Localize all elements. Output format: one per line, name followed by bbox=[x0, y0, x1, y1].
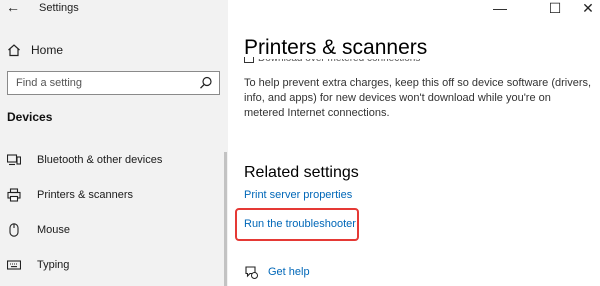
close-button[interactable]: ✕ bbox=[568, 0, 600, 18]
sidebar-item-label: Typing bbox=[37, 259, 70, 271]
sidebar-item-label: Bluetooth & other devices bbox=[37, 154, 163, 166]
sidebar-item-label: Mouse bbox=[37, 224, 71, 236]
related-settings-heading: Related settings bbox=[244, 164, 359, 181]
get-help-link[interactable]: Get help bbox=[244, 263, 310, 281]
minimize-icon: — bbox=[493, 0, 507, 16]
print-server-properties-link[interactable]: Print server properties bbox=[244, 189, 352, 201]
back-button[interactable]: ← bbox=[6, 0, 26, 18]
keyboard-icon bbox=[7, 260, 21, 270]
minimize-button[interactable]: — bbox=[480, 0, 520, 18]
sidebar-item-mouse[interactable]: Mouse bbox=[7, 221, 217, 239]
close-icon: ✕ bbox=[582, 0, 594, 16]
bluetooth-devices-icon bbox=[7, 154, 21, 166]
sidebar-item-label: Home bbox=[31, 43, 64, 57]
metered-description: To help prevent extra charges, keep this… bbox=[244, 77, 592, 119]
sidebar-item-typing[interactable]: Typing bbox=[7, 256, 217, 274]
checkbox-partial[interactable] bbox=[244, 57, 254, 63]
search-input[interactable] bbox=[8, 72, 201, 94]
app-title: Settings bbox=[39, 2, 79, 14]
home-icon bbox=[8, 44, 20, 57]
main-pane: — ☐ ✕ Printers & scanners Download over … bbox=[228, 0, 600, 286]
maximize-icon: ☐ bbox=[548, 0, 562, 16]
run-troubleshooter-link[interactable]: Run the troubleshooter bbox=[244, 218, 356, 230]
sidebar-item-bluetooth[interactable]: Bluetooth & other devices bbox=[7, 151, 217, 169]
help-chat-icon bbox=[245, 266, 258, 279]
get-help-label: Get help bbox=[268, 266, 310, 278]
section-heading-devices: Devices bbox=[7, 110, 53, 124]
back-arrow-icon: ← bbox=[6, 0, 20, 15]
printer-icon bbox=[7, 188, 21, 202]
metered-option-label: Download over metered connections bbox=[258, 59, 420, 63]
page-title: Printers & scanners bbox=[244, 36, 428, 59]
sidebar: ← Settings Home Devices Bluetooth & othe… bbox=[0, 0, 228, 286]
sidebar-item-label: Printers & scanners bbox=[37, 189, 133, 201]
sidebar-scrollbar[interactable] bbox=[224, 152, 227, 286]
mouse-icon bbox=[9, 223, 19, 237]
search-icon[interactable] bbox=[199, 76, 213, 90]
sidebar-item-printers[interactable]: Printers & scanners bbox=[7, 186, 217, 204]
search-box[interactable] bbox=[7, 71, 220, 95]
sidebar-item-home[interactable]: Home bbox=[7, 41, 63, 59]
